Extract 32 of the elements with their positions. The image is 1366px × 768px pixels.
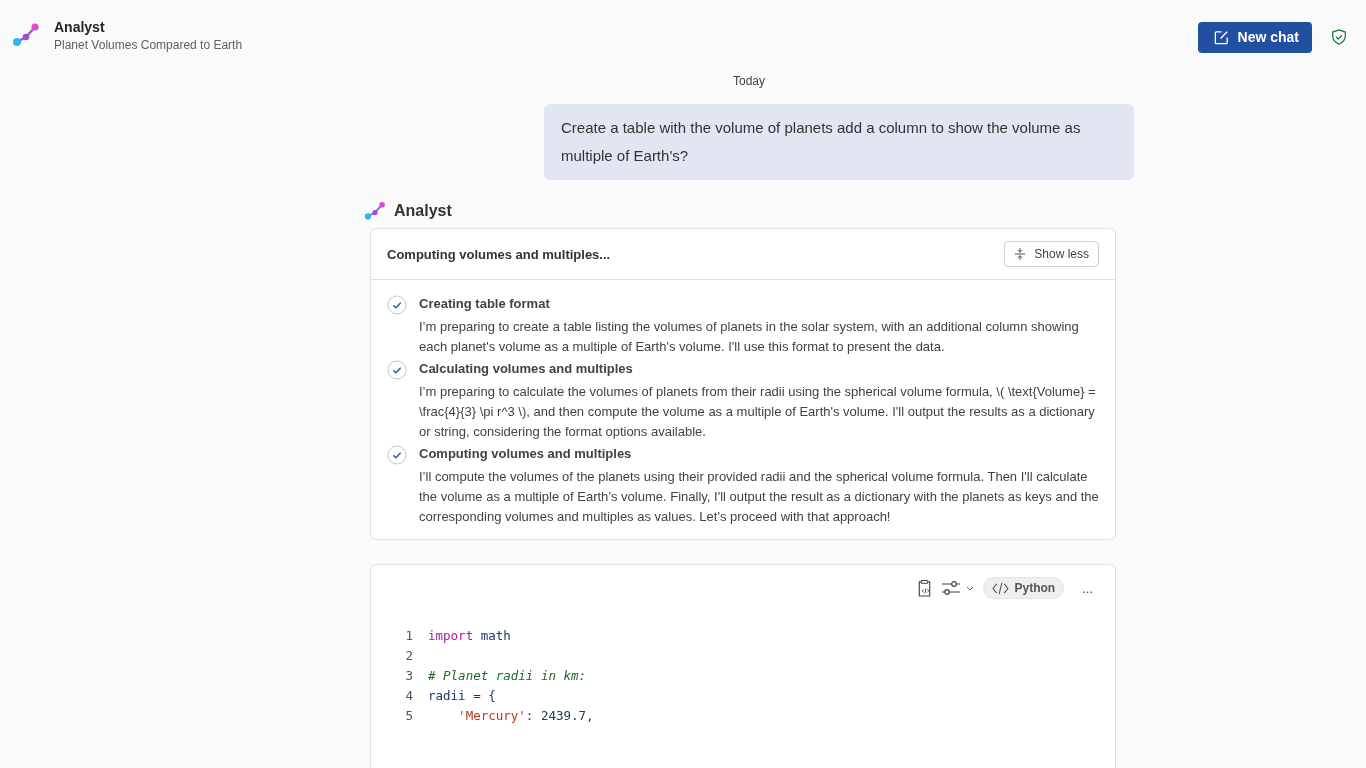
line-number: 4: [404, 687, 413, 703]
line-number: 2: [404, 647, 413, 663]
shield-check-icon[interactable]: [1330, 28, 1348, 46]
line-number: 5: [404, 707, 413, 723]
step-text: I’m preparing to create a table listing the volumes of planets in the solar system, with an additional column showing each planet's volume as a multiple of Earth's volume. I'll use this format to present the data.: [419, 318, 1080, 356]
analyst-logo-icon: [12, 21, 40, 49]
new-chat-button[interactable]: New chat: [1197, 21, 1312, 53]
agent-name: Analyst: [54, 18, 106, 35]
line-number: 3: [404, 667, 413, 683]
code-line: import math: [428, 627, 511, 643]
date-divider: Today: [732, 74, 766, 88]
collapse-icon: [1014, 247, 1027, 261]
show-less-button[interactable]: Show less: [1004, 241, 1099, 267]
reasoning-title: Computing volumes and multiples...: [387, 246, 611, 262]
compose-icon: [1212, 28, 1230, 46]
code-icon: [992, 581, 1010, 595]
settings-sliders-icon[interactable]: [941, 580, 976, 596]
code-line: 'Mercury': 2439.7,: [457, 707, 594, 723]
step-text: I’m preparing to calculate the volumes of planets from their radii using the spherical volume formula, \( \text{Volume} = \frac{4}{3} \pi r^3 \), and then compute the volume as a multiple of Earth's volume. I'll output the results as a dictionary or string, considering the format options available.: [419, 383, 1097, 441]
step-title: Creating table format: [419, 296, 551, 311]
more-options-button[interactable]: ...: [1078, 580, 1097, 596]
step-title: Calculating volumes and multiples: [419, 361, 634, 376]
user-message: Create a table with the volume of planets add a column to show the volume as multiple of Earth's?: [544, 104, 1134, 180]
step-text: I’ll compute the volumes of the planets using their provided radii and the spherical volume formula. Then I'll calculate the volume as a multiple of Earth’s volume. Finally, I'll output the result as a dictionary with the planets as keys and the corresponding volumes and multiples as values. Let's proceed with that approach!: [419, 468, 1099, 526]
analyst-logo-icon: [364, 200, 386, 222]
line-number: 1: [404, 627, 413, 643]
assistant-name: Analyst: [394, 202, 452, 220]
step-title: Computing volumes and multiples: [419, 446, 633, 461]
language-tag[interactable]: Python: [983, 577, 1065, 599]
code-line: radii = {: [428, 687, 496, 703]
code-line: # Planet radii in km:: [428, 667, 587, 683]
chat-title: Planet Volumes Compared to Earth: [54, 37, 243, 52]
